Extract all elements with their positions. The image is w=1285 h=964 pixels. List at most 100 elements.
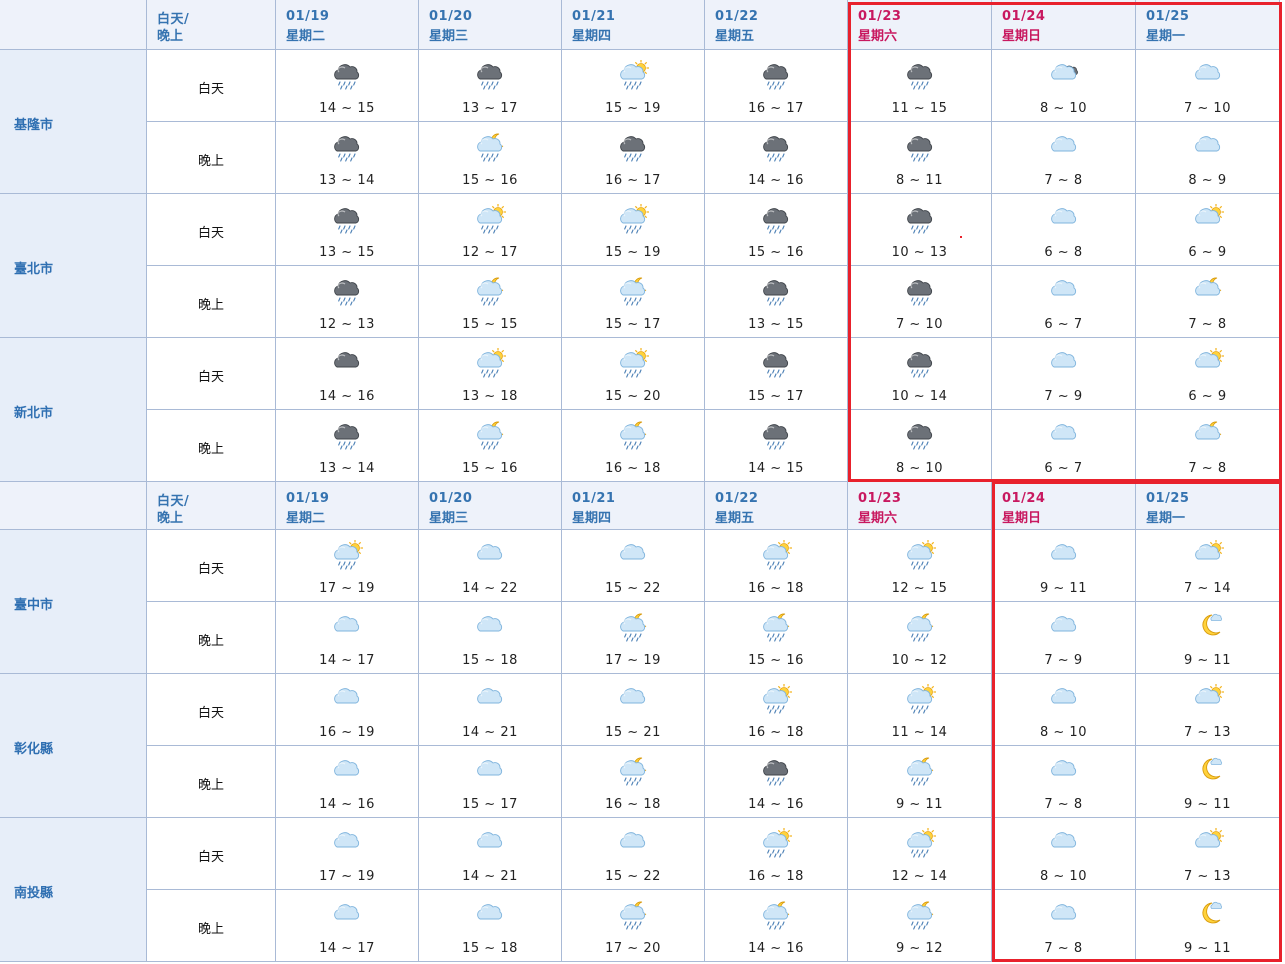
temperature-range: 15 ~ 16 — [462, 461, 518, 476]
forecast-cell: 7 ~ 9 — [992, 602, 1136, 674]
forecast-cell: 6 ~ 8 — [992, 194, 1136, 266]
day-weekday: 星期五 — [715, 511, 755, 526]
dark-cloud-icon — [329, 348, 365, 378]
period-night-cell: 晚上 — [147, 890, 276, 962]
temperature-range: 13 ~ 15 — [748, 317, 804, 332]
cloud-icon — [1046, 756, 1082, 786]
city-name: 南投縣 — [14, 886, 54, 901]
period-day-cell: 白天 — [147, 818, 276, 890]
city-name-cell: 基隆市 — [0, 50, 147, 194]
forecast-cell: 13 ~ 18 — [419, 338, 562, 410]
cloud-icon — [615, 828, 651, 858]
temperature-range: 14 ~ 17 — [319, 941, 375, 956]
period-day-label: 白天 — [197, 562, 224, 577]
period-day-label: 白天 — [197, 850, 224, 865]
forecast-cell: 9 ~ 11 — [1136, 746, 1280, 818]
forecast-cell: 10 ~ 12 — [848, 602, 992, 674]
forecast-cell: 16 ~ 17 — [705, 50, 848, 122]
dark-cloud-rain-icon — [329, 204, 365, 234]
temperature-range: 14 ~ 22 — [462, 581, 518, 596]
day-header: 01/21 星期四 — [562, 482, 705, 530]
day-header: 01/22 星期五 — [705, 0, 848, 50]
day-header: 01/19 星期二 — [276, 482, 419, 530]
temperature-range: 8 ~ 10 — [896, 461, 943, 476]
day-header: 01/24 星期日 — [992, 482, 1136, 530]
cloud-icon — [1046, 540, 1082, 570]
city-name: 彰化縣 — [14, 742, 54, 757]
period-day-cell: 白天 — [147, 674, 276, 746]
cloud-icon — [1046, 420, 1082, 450]
sun-cloud-rain-icon — [472, 348, 508, 378]
temperature-range: 7 ~ 8 — [1044, 173, 1083, 188]
day-weekday: 星期一 — [1146, 511, 1186, 526]
forecast-cell: 14 ~ 17 — [276, 890, 419, 962]
forecast-cell: 12 ~ 17 — [419, 194, 562, 266]
period-header: 白天/晚上 — [147, 482, 276, 530]
forecast-cell: 16 ~ 18 — [562, 746, 705, 818]
dark-cloud-rain-icon — [758, 60, 794, 90]
forecast-cell: 7 ~ 13 — [1136, 674, 1280, 746]
day-header: 01/24 星期日 — [992, 0, 1136, 50]
day-date: 01/24 — [1002, 491, 1046, 506]
day-weekday: 星期二 — [286, 29, 326, 44]
forecast-cell: 12 ~ 15 — [848, 530, 992, 602]
cloud-icon — [472, 612, 508, 642]
forecast-cell: 8 ~ 10 — [992, 818, 1136, 890]
temperature-range: 7 ~ 13 — [1184, 869, 1231, 884]
temperature-range: 15 ~ 20 — [605, 389, 661, 404]
temperature-range: 8 ~ 11 — [896, 173, 943, 188]
temperature-range: 13 ~ 15 — [319, 245, 375, 260]
city-name-cell: 南投縣 — [0, 818, 147, 962]
period-night-cell: 晚上 — [147, 266, 276, 338]
day-date: 01/21 — [572, 9, 616, 24]
period-night-label: 晚上 — [197, 922, 224, 937]
temperature-range: 10 ~ 12 — [891, 653, 948, 668]
dark-cloud-rain-icon — [758, 276, 794, 306]
day-weekday: 星期三 — [429, 29, 469, 44]
day-weekday: 星期六 — [858, 511, 898, 526]
period-day-cell: 白天 — [147, 194, 276, 266]
temperature-range: 6 ~ 8 — [1044, 245, 1083, 260]
forecast-cell: 8 ~ 9 — [1136, 122, 1280, 194]
forecast-cell: 6 ~ 9 — [1136, 338, 1280, 410]
temperature-range: 14 ~ 16 — [319, 389, 375, 404]
sun-cloud-rain-icon — [758, 828, 794, 858]
temperature-range: 16 ~ 18 — [748, 581, 804, 596]
temperature-range: 7 ~ 8 — [1044, 941, 1083, 956]
temperature-range: 15 ~ 19 — [605, 101, 661, 116]
day-header: 01/20 星期三 — [419, 482, 562, 530]
moon-cloud-rain-icon — [902, 612, 938, 642]
day-date: 01/19 — [286, 9, 330, 24]
day-date: 01/24 — [1002, 9, 1046, 24]
temperature-range: 16 ~ 18 — [748, 869, 804, 884]
period-night-label: 晚上 — [197, 298, 224, 313]
temperature-range: 10 ~ 14 — [891, 389, 948, 404]
day-weekday: 星期四 — [572, 511, 612, 526]
temperature-range: 8 ~ 10 — [1040, 101, 1087, 116]
dark-cloud-rain-icon — [329, 132, 365, 162]
forecast-cell: 14 ~ 16 — [276, 338, 419, 410]
cloud-dark-icon — [1046, 60, 1082, 90]
city-name: 臺中市 — [14, 598, 54, 613]
day-date: 01/20 — [429, 491, 473, 506]
forecast-cell: 7 ~ 8 — [1136, 410, 1280, 482]
day-date: 01/25 — [1146, 9, 1190, 24]
dark-cloud-rain-icon — [615, 132, 651, 162]
temperature-range: 7 ~ 8 — [1188, 317, 1227, 332]
sun-cloud-icon — [1190, 684, 1226, 714]
forecast-cell: 15 ~ 19 — [562, 50, 705, 122]
day-header: 01/25 星期一 — [1136, 0, 1280, 50]
city-name: 臺北市 — [14, 262, 54, 277]
period-night-cell: 晚上 — [147, 122, 276, 194]
sun-cloud-icon — [1190, 828, 1226, 858]
temperature-range: 14 ~ 15 — [319, 101, 375, 116]
period-day-label: 白天 — [197, 706, 224, 721]
cloud-icon — [472, 540, 508, 570]
temperature-range: 7 ~ 8 — [1188, 461, 1227, 476]
forecast-cell: 17 ~ 20 — [562, 890, 705, 962]
forecast-cell: 7 ~ 13 — [1136, 818, 1280, 890]
forecast-cell: 12 ~ 14 — [848, 818, 992, 890]
dark-cloud-rain-icon — [902, 348, 938, 378]
day-weekday: 星期五 — [715, 29, 755, 44]
forecast-cell: 15 ~ 17 — [705, 338, 848, 410]
